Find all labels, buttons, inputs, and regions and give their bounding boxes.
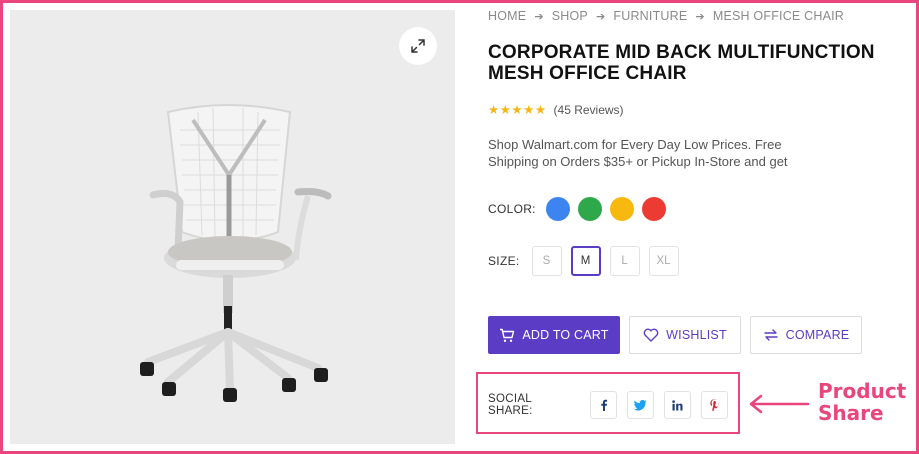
- twitter-icon: [634, 399, 647, 410]
- breadcrumb-current: MESH OFFICE CHAIR: [712, 9, 845, 23]
- add-to-cart-button[interactable]: ADD TO CART: [488, 316, 620, 354]
- share-facebook-button[interactable]: [590, 391, 618, 419]
- product-description: Shop Walmart.com for Every Day Low Price…: [488, 137, 788, 169]
- expand-icon: [411, 39, 425, 53]
- annotation-line-1: Product: [818, 379, 907, 403]
- compare-button[interactable]: COMPARE: [750, 316, 862, 354]
- breadcrumb-home[interactable]: HOME: [488, 9, 526, 23]
- social-share-highlight: SOCIAL SHARE:: [476, 372, 740, 434]
- wishlist-label: WISHLIST: [666, 328, 727, 342]
- color-label: COLOR:: [488, 202, 536, 216]
- size-option-l[interactable]: L: [609, 246, 640, 276]
- expand-image-button[interactable]: [399, 27, 437, 65]
- color-swatch-green[interactable]: [577, 197, 602, 221]
- compare-arrows-icon: [763, 329, 778, 341]
- breadcrumb: HOME ➔ SHOP ➔ FURNITURE ➔ MESH OFFICE CH…: [488, 9, 844, 23]
- product-title: CORPORATE MID BACK MULTIFUNCTION MESH OF…: [488, 42, 875, 84]
- arrow-right-icon: ➔: [695, 10, 705, 23]
- social-share: SOCIAL SHARE:: [488, 391, 738, 419]
- compare-label: COMPARE: [785, 328, 850, 342]
- share-twitter-button[interactable]: [627, 391, 655, 419]
- office-chair-image: [140, 104, 332, 402]
- add-to-cart-label: ADD TO CART: [522, 328, 609, 342]
- linkedin-icon: [672, 399, 683, 410]
- arrow-right-icon: ➔: [534, 10, 544, 23]
- breadcrumb-shop[interactable]: SHOP: [552, 9, 588, 23]
- review-count-link[interactable]: (45 Reviews): [554, 103, 624, 117]
- social-share-label: SOCIAL SHARE:: [488, 393, 533, 417]
- cart-icon: [500, 328, 515, 342]
- breadcrumb-furniture[interactable]: FURNITURE: [613, 9, 687, 23]
- color-swatch-red[interactable]: [641, 197, 666, 221]
- size-selector: SIZE: S M L XL: [488, 246, 688, 276]
- size-option-s[interactable]: S: [531, 246, 562, 276]
- product-actions: ADD TO CART WISHLIST COMPARE: [488, 316, 862, 354]
- pinterest-icon: [709, 399, 719, 411]
- color-swatch-blue[interactable]: [545, 197, 570, 221]
- heart-icon: [643, 328, 659, 342]
- size-option-m[interactable]: M: [570, 246, 601, 276]
- annotation-line-2: Share: [818, 401, 884, 425]
- star-rating-icon: ★★★★★: [488, 103, 547, 117]
- facebook-icon: [600, 399, 607, 411]
- wishlist-button[interactable]: WISHLIST: [629, 316, 741, 354]
- color-swatch-yellow[interactable]: [609, 197, 634, 221]
- product-share-annotation: Product Share: [818, 380, 906, 424]
- arrow-right-icon: ➔: [595, 10, 606, 23]
- share-linkedin-button[interactable]: [664, 391, 692, 419]
- color-selector: COLOR:: [488, 197, 666, 221]
- share-pinterest-button[interactable]: [701, 391, 729, 419]
- product-image-panel: [10, 10, 455, 444]
- product-rating: ★★★★★ (45 Reviews): [488, 102, 624, 118]
- size-label: SIZE:: [488, 254, 520, 268]
- size-option-xl[interactable]: XL: [648, 246, 679, 276]
- arrow-left-icon: [749, 394, 810, 414]
